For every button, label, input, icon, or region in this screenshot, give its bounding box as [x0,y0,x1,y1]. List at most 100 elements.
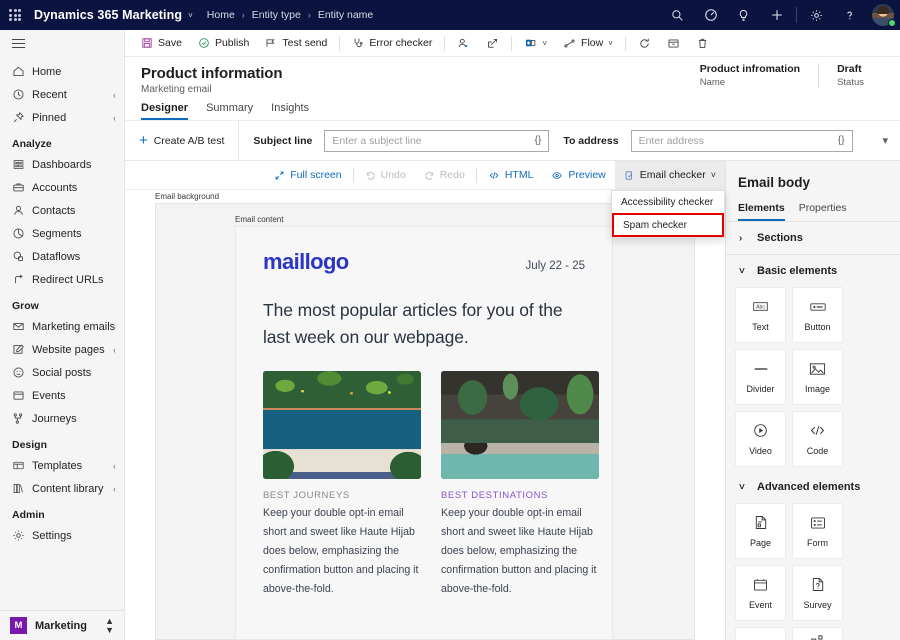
full-screen-button[interactable]: Full screen [265,161,350,190]
tab-elements[interactable]: Elements [738,202,785,221]
preview-button[interactable]: Preview [542,161,614,190]
test-send-button[interactable]: Test send [257,30,335,57]
search-icon[interactable] [661,0,694,30]
gear-icon[interactable] [800,0,833,30]
menu-item-spam-checker[interactable]: Spam checker [612,213,724,237]
tab-designer[interactable]: Designer [141,102,198,120]
element-image[interactable]: Image [792,349,843,405]
tropical-pool-aerial-photo[interactable] [263,371,421,479]
email-body-text[interactable]: Keep your double opt-in email short and … [263,504,421,598]
chevron-left-icon[interactable]: ‹ [113,345,115,355]
sidebar-item-accounts[interactable]: Accounts [0,176,124,199]
error-checker-button[interactable]: Error checker [344,30,440,57]
chevron-down-icon[interactable]: ˅ [608,39,613,48]
sidebar-item-contacts[interactable]: Contacts [0,199,124,222]
to-address-input[interactable]: Enter address {} [631,130,853,152]
email-kicker[interactable]: BEST JOURNEYS [263,490,421,501]
personalization-icon[interactable]: {} [830,135,845,146]
email-checker-button[interactable]: Email checker ˅ [615,161,725,190]
hamburger-icon[interactable] [0,30,124,57]
chevron-down-icon[interactable]: ˅ [542,39,547,48]
flow-button[interactable]: Flow ˅ [555,30,621,57]
breadcrumb-item-entity-type[interactable]: Entity type [252,9,301,21]
tab-summary[interactable]: Summary [206,102,263,120]
element-qr-code[interactable]: QR code [735,627,786,640]
element-video[interactable]: Video [735,411,786,467]
tab-properties[interactable]: Properties [799,202,847,221]
section-basic-elements[interactable]: ˅ Basic elements [726,255,900,287]
tab-insights[interactable]: Insights [271,102,319,120]
refresh-icon[interactable] [630,30,659,57]
chevron-left-icon[interactable]: ‹ [113,484,115,494]
undo-button[interactable]: Undo [356,161,415,190]
subject-input[interactable]: Enter a subject line {} [324,130,549,152]
sidebar-item-templates[interactable]: Templates ‹ [0,454,124,477]
email-logo[interactable]: maillogo [263,249,349,275]
chevron-left-icon[interactable]: ‹ [113,461,115,471]
plus-icon[interactable] [760,0,793,30]
chevron-left-icon[interactable]: ‹ [113,113,115,123]
email-content[interactable]: maillogo July 22 - 25 The most popular a… [235,226,613,640]
element-event[interactable]: Event [735,565,786,621]
publish-button[interactable]: Publish [190,30,257,57]
element-survey[interactable]: Survey [792,565,843,621]
email-body-text[interactable]: Keep your double opt-in email short and … [441,504,599,598]
redo-button[interactable]: Redo [415,161,474,190]
sidebar-item-dataflows[interactable]: Dataflows [0,245,124,268]
chevron-down-icon[interactable]: ˅ [711,170,716,180]
help-icon[interactable] [833,0,866,30]
sidebar-item-label: Events [32,390,116,402]
assign-user-icon[interactable] [449,30,478,57]
app-launcher-icon[interactable] [0,0,30,30]
create-ab-test-button[interactable]: + Create A/B test [125,120,239,161]
email-column[interactable]: BEST JOURNEYS Keep your double opt-in em… [263,371,421,598]
outlook-button[interactable]: ˅ [516,30,555,57]
sidebar-item-content-library[interactable]: Content library ‹ [0,477,124,500]
chevron-double-down-icon[interactable]: ▾ [882,134,888,147]
element-text[interactable]: Abc Text [735,287,786,343]
email-date[interactable]: July 22 - 25 [526,260,585,272]
sidebar-item-segments[interactable]: Segments [0,222,124,245]
person-icon [12,204,32,217]
chevron-down-icon[interactable]: ˅ [188,11,193,20]
menu-item-accessibility-checker[interactable]: Accessibility checker [612,191,724,213]
element-code[interactable]: Code [792,411,843,467]
sidebar-item-recent[interactable]: Recent ‹ [0,83,124,106]
area-switcher[interactable]: M Marketing ▲▼ [0,610,124,640]
sidebar-item-dashboards[interactable]: Dashboards [0,153,124,176]
gauge-icon[interactable] [694,0,727,30]
chevron-left-icon[interactable]: ‹ [113,90,115,100]
breadcrumb-item-home[interactable]: Home [207,9,235,21]
avatar[interactable] [866,0,900,30]
personalization-icon[interactable]: {} [527,135,542,146]
save-button[interactable]: Save [133,30,190,57]
html-button[interactable]: HTML [479,161,543,190]
element-divider[interactable]: Divider [735,349,786,405]
tropical-garden-pool-photo[interactable] [441,371,599,479]
sidebar-item-home[interactable]: Home [0,60,124,83]
up-down-icon[interactable]: ▲▼ [105,617,114,633]
sidebar-item-marketing-emails[interactable]: Marketing emails [0,315,124,338]
sidebar-item-settings[interactable]: Settings [0,524,124,547]
sidebar-item-events[interactable]: Events [0,384,124,407]
element-button[interactable]: Button [792,287,843,343]
sidebar-item-redirect-urls[interactable]: Redirect URLs [0,268,124,291]
lightbulb-icon[interactable] [727,0,760,30]
section-advanced-elements[interactable]: ˅ Advanced elements [726,471,900,503]
archive-icon[interactable] [659,30,688,57]
element-content-block[interactable]: Content block [792,627,843,640]
delete-icon[interactable] [688,30,717,57]
sidebar-item-social-posts[interactable]: Social posts [0,361,124,384]
element-form[interactable]: Form [792,503,843,559]
share-icon[interactable] [478,30,507,57]
breadcrumb-item-entity-name[interactable]: Entity name [318,9,373,21]
sidebar-item-journeys[interactable]: Journeys [0,407,124,430]
section-sections[interactable]: › Sections [726,222,900,254]
email-headline[interactable]: The most popular articles for you of the… [263,297,585,351]
suite-title[interactable]: Dynamics 365 Marketing [34,8,182,22]
element-page[interactable]: Page [735,503,786,559]
sidebar-item-website-pages[interactable]: Website pages ‹ [0,338,124,361]
sidebar-item-pinned[interactable]: Pinned ‹ [0,106,124,129]
email-column[interactable]: BEST DESTINATIONS Keep your double opt-i… [441,371,599,598]
email-kicker[interactable]: BEST DESTINATIONS [441,490,599,501]
